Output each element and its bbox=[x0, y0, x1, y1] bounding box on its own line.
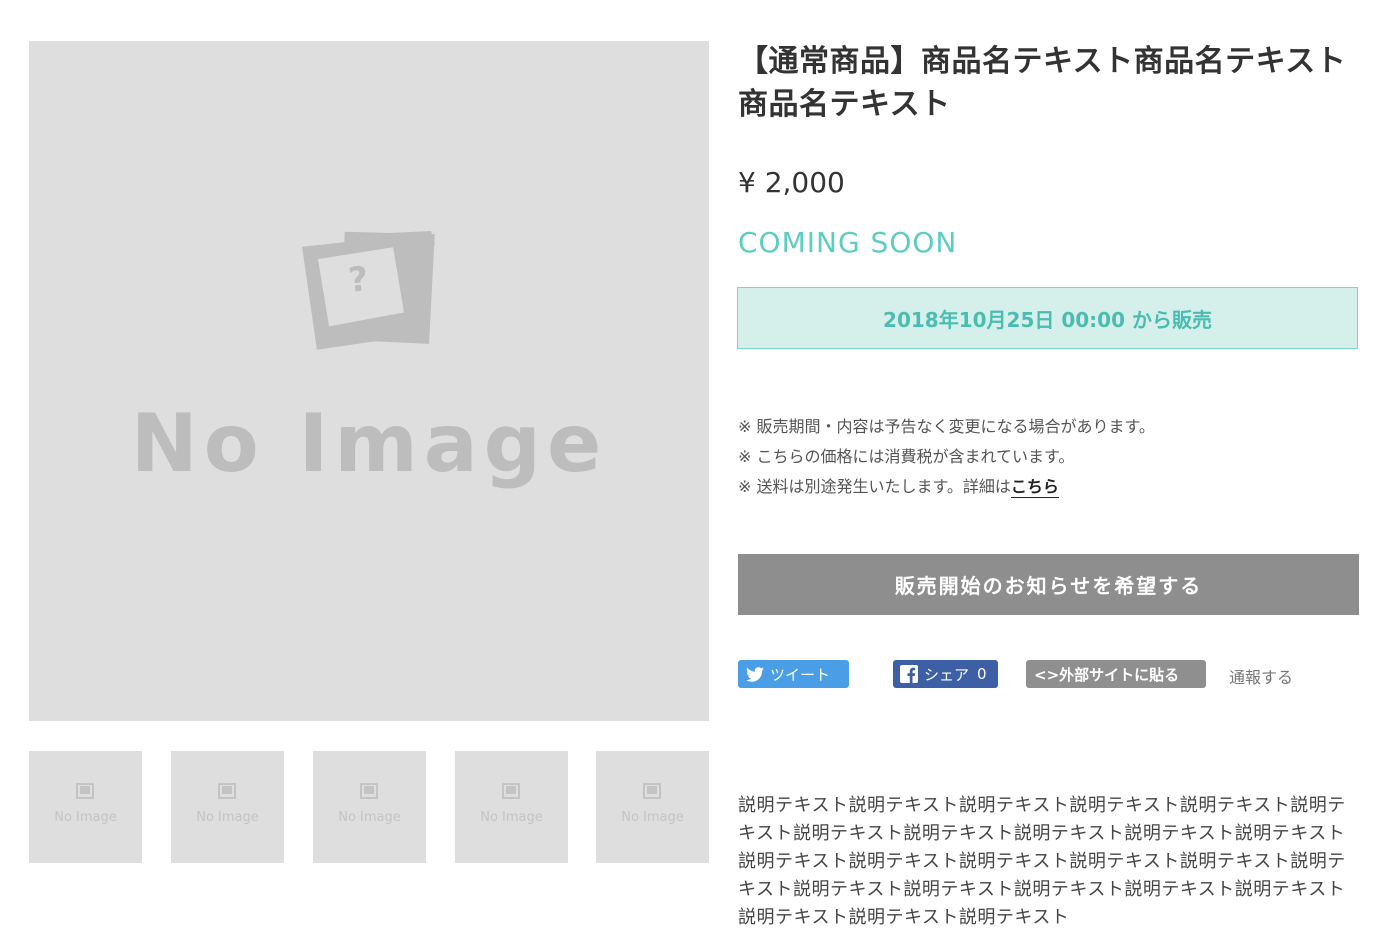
report-link[interactable]: 通報する bbox=[1229, 664, 1293, 688]
polaroid-question-icon: No Image bbox=[621, 783, 684, 825]
notify-button[interactable]: 販売開始のお知らせを希望する bbox=[738, 554, 1359, 615]
polaroid-question-icon: No Image bbox=[196, 783, 259, 825]
thumbnail-label: No Image bbox=[621, 810, 684, 825]
share-label: シェア bbox=[924, 665, 970, 684]
thumbnail[interactable]: No Image bbox=[455, 751, 568, 863]
note-line: ※ 送料は別途発生いたします。詳細はこちら bbox=[738, 472, 1155, 502]
sale-start-notice: 2018年10月25日 00:00 から販売 bbox=[737, 287, 1358, 349]
note-shipping-text: ※ 送料は別途発生いたします。詳細は bbox=[738, 477, 1011, 496]
no-image-text: No Image bbox=[131, 397, 607, 490]
tweet-label: ツイート bbox=[770, 665, 831, 684]
thumbnail-label: No Image bbox=[54, 810, 117, 825]
svg-text:?: ? bbox=[346, 259, 370, 301]
embed-label: <>外部サイトに貼る bbox=[1034, 665, 1180, 684]
polaroid-question-icon: ? No Image bbox=[131, 231, 607, 490]
main-product-image: ? No Image bbox=[29, 41, 709, 721]
thumbnail[interactable]: No Image bbox=[313, 751, 426, 863]
thumbnail-label: No Image bbox=[480, 810, 543, 825]
polaroid-question-icon: No Image bbox=[338, 783, 401, 825]
note-line: ※ 販売期間・内容は予告なく変更になる場合があります。 bbox=[738, 417, 1155, 436]
status-label: COMING SOON bbox=[738, 226, 958, 259]
product-description: 説明テキスト説明テキスト説明テキスト説明テキスト説明テキスト説明テキスト説明テキ… bbox=[738, 795, 1346, 928]
thumbnail[interactable]: No Image bbox=[171, 751, 284, 863]
polaroid-question-icon: No Image bbox=[480, 783, 543, 825]
sale-start-text: 2018年10月25日 00:00 から販売 bbox=[883, 307, 1212, 332]
notes: ※ 販売期間・内容は予告なく変更になる場合があります。 ※ こちらの価格には消費… bbox=[738, 412, 1155, 502]
thumbnail[interactable]: No Image bbox=[596, 751, 709, 863]
embed-external-site-button[interactable]: <>外部サイトに貼る bbox=[1026, 660, 1206, 688]
product-price: ¥ 2,000 bbox=[738, 166, 845, 199]
share-count: 0 bbox=[977, 665, 987, 683]
twitter-bird-icon bbox=[746, 666, 764, 682]
facebook-share-button[interactable]: シェア 0 bbox=[893, 660, 998, 688]
shipping-details-link[interactable]: こちら bbox=[1010, 477, 1059, 498]
polaroid-question-icon: No Image bbox=[54, 783, 117, 825]
thumbnail[interactable]: No Image bbox=[29, 751, 142, 863]
thumbnail-label: No Image bbox=[338, 810, 401, 825]
note-line: ※ こちらの価格には消費税が含まれています。 bbox=[738, 447, 1075, 466]
tweet-button[interactable]: ツイート bbox=[738, 660, 849, 688]
product-title: 【通常商品】商品名テキスト商品名テキスト商品名テキスト bbox=[738, 44, 1347, 122]
thumbnail-label: No Image bbox=[196, 810, 259, 825]
facebook-icon bbox=[900, 665, 918, 683]
